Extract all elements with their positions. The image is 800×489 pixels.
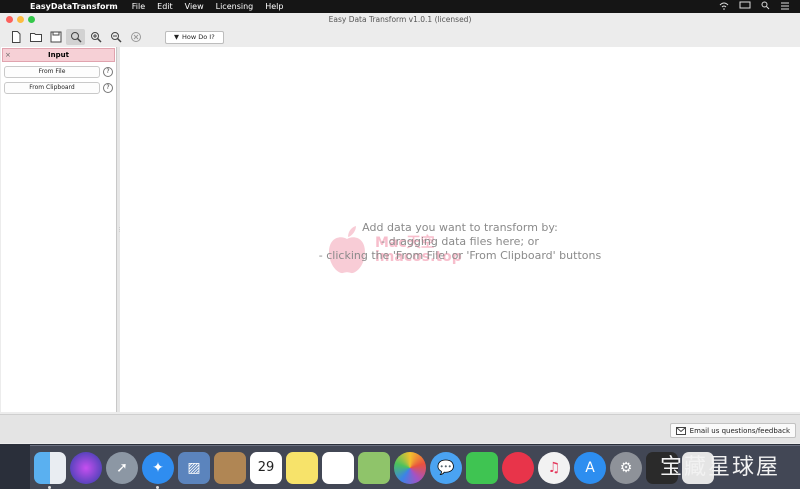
menu-app-name[interactable]: EasyDataTransform <box>26 0 126 13</box>
close-window-button[interactable] <box>6 16 13 23</box>
window-controls <box>6 16 35 23</box>
menu-help[interactable]: Help <box>259 0 289 13</box>
transform-canvas[interactable]: Mac天空 imacos.top Add data you want to tr… <box>120 47 800 412</box>
menu-view[interactable]: View <box>179 0 210 13</box>
menu-edit[interactable]: Edit <box>151 0 179 13</box>
input-panel-header: × Input <box>2 48 115 62</box>
chevron-down-icon: ▼ <box>174 33 179 41</box>
airplay-icon[interactable] <box>739 1 751 12</box>
zoom-out-button[interactable] <box>106 29 125 45</box>
save-icon <box>50 31 61 43</box>
music-icon[interactable]: ♫ <box>538 451 570 484</box>
siri-icon[interactable] <box>70 451 102 484</box>
launchpad-icon[interactable]: ➚ <box>106 451 138 484</box>
status-bar: Email us questions/feedback <box>0 414 800 443</box>
calendar-icon[interactable]: 29 <box>250 451 282 484</box>
close-icon[interactable]: × <box>5 49 11 61</box>
new-file-button[interactable] <box>6 29 25 45</box>
from-file-button[interactable]: From File <box>4 66 100 78</box>
menu-bar: EasyDataTransform File Edit View Licensi… <box>0 0 800 13</box>
from-clipboard-button[interactable]: From Clipboard <box>4 82 100 94</box>
new-file-icon <box>11 31 20 43</box>
window-title: Easy Data Transform v1.0.1 (licensed) <box>328 15 472 24</box>
toolbar: ▼ How Do I? <box>0 27 800 47</box>
empty-canvas-hint: Add data you want to transform by: - dra… <box>120 221 800 263</box>
folder-icon <box>29 33 42 42</box>
menu-icon[interactable] <box>780 2 790 12</box>
maps-icon[interactable] <box>358 451 390 484</box>
preview-icon[interactable]: ▨ <box>178 451 210 484</box>
search-icon[interactable] <box>761 1 770 12</box>
menu-file[interactable]: File <box>126 0 151 13</box>
appstore-icon[interactable]: A <box>574 451 606 484</box>
save-button[interactable] <box>46 29 65 45</box>
help-icon[interactable]: ? <box>103 67 113 77</box>
news-icon[interactable] <box>502 451 534 484</box>
feedback-button[interactable]: Email us questions/feedback <box>669 423 796 438</box>
feedback-label: Email us questions/feedback <box>689 426 790 435</box>
maximize-window-button[interactable] <box>28 16 35 23</box>
facetime-icon[interactable] <box>466 451 498 484</box>
envelope-icon <box>675 426 686 435</box>
messages-icon[interactable]: 💬 <box>430 451 462 484</box>
hint-line-1: Add data you want to transform by: <box>362 221 558 234</box>
cancel-circle-icon <box>130 32 141 42</box>
help-icon[interactable]: ? <box>103 83 113 93</box>
hint-line-3: - clicking the 'From File' or 'From Clip… <box>318 249 602 262</box>
system-preferences-icon[interactable]: ⚙ <box>610 451 642 484</box>
photos-icon[interactable] <box>394 451 426 484</box>
notefile-icon[interactable] <box>214 451 246 484</box>
open-folder-button[interactable] <box>26 29 45 45</box>
hint-line-2: - dragging data files here; or <box>381 235 539 248</box>
input-header-label: Input <box>48 51 69 59</box>
how-do-i-dropdown[interactable]: ▼ How Do I? <box>165 30 224 44</box>
menu-licensing[interactable]: Licensing <box>210 0 260 13</box>
calendar-day: 29 <box>257 460 275 475</box>
notes-icon[interactable] <box>286 451 318 484</box>
zoom-fit-button[interactable] <box>66 29 85 45</box>
safari-icon[interactable]: ✦ <box>142 451 174 489</box>
how-do-i-label: How Do I? <box>182 33 215 41</box>
app-window: Easy Data Transform v1.0.1 (licensed) ▼ <box>0 13 800 444</box>
bottom-watermark: 宝藏星球屋 <box>659 455 780 480</box>
zoom-in-icon <box>90 32 102 43</box>
input-panel: × Input From File ? From Clipboard ? <box>1 47 117 412</box>
minimize-window-button[interactable] <box>17 16 24 23</box>
stop-button[interactable] <box>126 29 145 45</box>
reminders-icon[interactable] <box>322 451 354 484</box>
zoom-in-button[interactable] <box>86 29 105 45</box>
wifi-icon[interactable] <box>719 2 729 12</box>
finder-icon[interactable] <box>34 451 66 489</box>
zoom-out-icon <box>110 32 122 43</box>
magnifier-icon <box>70 32 82 43</box>
